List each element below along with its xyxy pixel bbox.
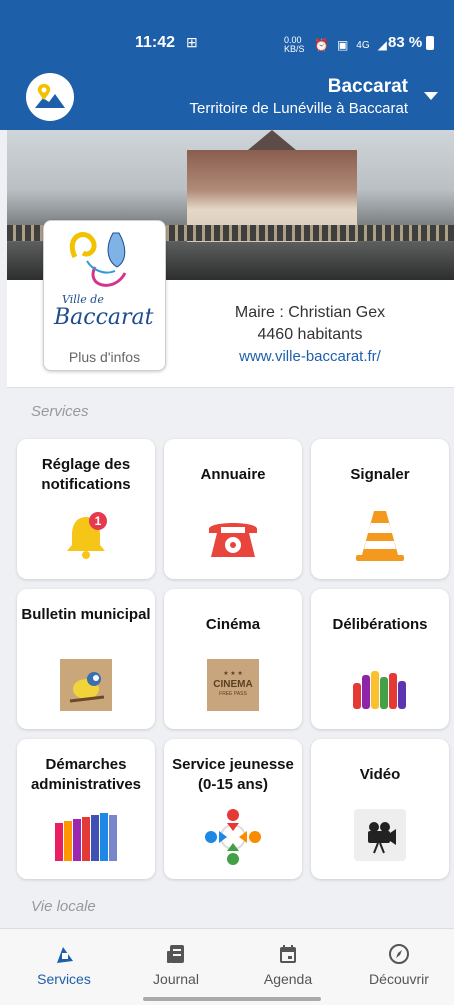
tile-bulletin[interactable]: Bulletin municipal — [17, 589, 155, 729]
bottom-navigation: Services Journal Agenda Découvrir — [0, 928, 454, 1005]
tile-label: Signaler — [350, 466, 410, 483]
bell-icon: 1 — [67, 512, 107, 559]
tile-label: Vidéo — [359, 766, 401, 783]
tile-label: Délibérations — [332, 616, 428, 633]
nav-decouvrir[interactable]: Découvrir — [354, 943, 444, 989]
website-link[interactable]: www.ville-baccarat.fr/ — [220, 348, 400, 365]
battery-percent: 83 % — [388, 34, 423, 51]
services-icon — [57, 947, 73, 963]
journal-icon — [167, 945, 184, 963]
mayor-name: Maire : Christian Gex — [234, 304, 386, 321]
ticket-stars: ★ ★ ★ — [223, 670, 242, 677]
nav-label: Journal — [153, 971, 199, 987]
calendar-icon — [280, 945, 296, 963]
nav-label: Services — [37, 971, 91, 987]
tile-label: Annuaire — [200, 466, 266, 483]
video-camera-icon — [354, 809, 406, 861]
nav-label: Agenda — [263, 971, 313, 987]
status-bar: 11:42 ⊞ 0.00 KB/S ⏰ ▣ 4G ◢ 83 % — [0, 0, 454, 60]
network-label: 4G — [356, 39, 370, 51]
traffic-cone-icon — [356, 511, 404, 561]
signal-icon: ◢ — [377, 38, 387, 52]
logo-text-baccarat: Baccarat — [54, 305, 154, 330]
tile-demarches[interactable]: Démarches administratives — [17, 739, 155, 879]
more-info-link[interactable]: Plus d'infos — [44, 349, 165, 365]
status-time: 11:42 — [135, 34, 176, 51]
population: 4460 habitants — [257, 326, 363, 343]
compass-icon — [389, 944, 409, 964]
tile-annuaire[interactable]: Annuaire — [164, 439, 302, 579]
tile-notifications[interactable]: Réglage des notifications 1 — [17, 439, 155, 579]
city-emblem-icon — [69, 232, 127, 287]
telephone-icon — [209, 523, 257, 557]
raised-hands-icon — [353, 671, 406, 709]
nav-services[interactable]: Services — [19, 943, 109, 989]
nav-label: Découvrir — [369, 971, 429, 987]
nav-journal[interactable]: Journal — [131, 943, 221, 989]
tile-signaler[interactable]: Signaler — [311, 439, 449, 579]
teams-icon: ⊞ — [186, 34, 198, 50]
battery-status: 83 % — [388, 34, 435, 51]
tile-cinema[interactable]: Cinéma ★ ★ ★ CINEMA FREE PASS — [164, 589, 302, 729]
city-logo-card[interactable]: Ville de Baccarat Plus d'infos — [43, 220, 166, 371]
data-speed: 0.00 KB/S — [284, 35, 305, 54]
section-title-services: Services — [31, 403, 89, 420]
city-name[interactable]: Baccarat — [328, 76, 408, 98]
tile-label: Bulletin municipal — [21, 606, 151, 623]
city-territory[interactable]: Territoire de Lunéville à Baccarat — [190, 100, 408, 117]
app-logo[interactable] — [26, 73, 74, 121]
nav-agenda[interactable]: Agenda — [243, 943, 333, 989]
notification-badge: 1 — [95, 514, 102, 528]
bird-photo-icon — [60, 659, 112, 711]
tile-video[interactable]: Vidéo — [311, 739, 449, 879]
binders-icon — [55, 813, 117, 861]
battery-icon — [426, 36, 435, 51]
tile-label: Service jeunesse (0-15 ans) — [172, 756, 294, 793]
chevron-down-icon[interactable] — [424, 92, 438, 100]
alarm-icon: ⏰ — [314, 38, 329, 52]
tile-label: Réglage des notifications — [41, 456, 131, 493]
vibrate-icon: ▣ — [336, 38, 349, 52]
tile-label: Démarches administratives — [30, 756, 142, 793]
city-details: Maire : Christian Gex 4460 habitants — [220, 302, 400, 346]
cinema-ticket-icon: ★ ★ ★ CINEMA FREE PASS — [207, 659, 259, 711]
tile-label: Cinéma — [205, 616, 261, 633]
section-title-vie-locale: Vie locale — [31, 898, 96, 915]
status-icons: 0.00 KB/S ⏰ ▣ 4G ◢ — [284, 36, 387, 54]
ticket-subtitle: FREE PASS — [219, 691, 247, 697]
map-pin-icon — [35, 84, 65, 108]
ticket-title: CINEMA — [213, 679, 252, 690]
people-circle-icon — [205, 809, 261, 865]
tile-deliberations[interactable]: Délibérations — [311, 589, 449, 729]
tile-service-jeunesse[interactable]: Service jeunesse (0-15 ans) — [164, 739, 302, 879]
home-indicator[interactable] — [143, 997, 321, 1001]
